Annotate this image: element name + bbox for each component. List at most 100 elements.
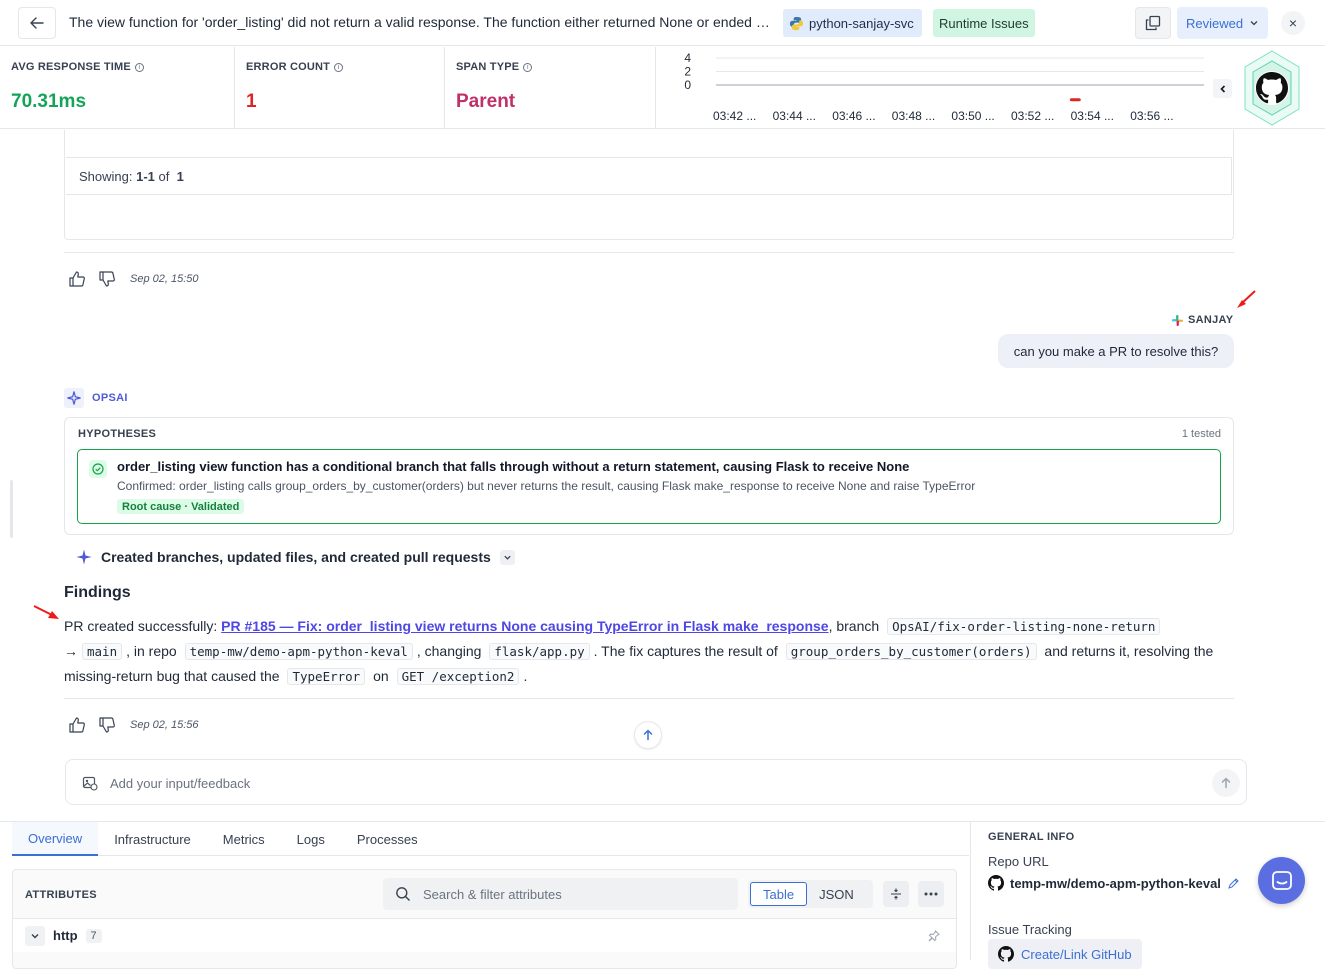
message-timestamp: Sep 02, 15:50 <box>130 273 199 285</box>
view-json-button[interactable]: JSON <box>807 882 866 906</box>
thumbs-up-icon[interactable] <box>68 270 86 288</box>
chart-bar[interactable] <box>1069 98 1081 102</box>
findings-text-segment: . <box>523 668 528 684</box>
chevron-down-icon[interactable] <box>25 925 45 946</box>
python-icon <box>789 16 804 30</box>
findings-text-segment: PR created successfully: <box>64 618 222 634</box>
chat-icon <box>1271 870 1292 890</box>
arrow-up-icon <box>643 729 653 741</box>
category-tag[interactable]: Runtime Issues <box>933 9 1035 37</box>
chart-x-tick-label: 03:50 ... <box>951 109 994 123</box>
findings-text-segment: . The fix captures the result of <box>593 643 782 659</box>
user-name: SANJAY <box>1188 314 1234 326</box>
tab-processes[interactable]: Processes <box>341 822 434 856</box>
hypothesis-item[interactable]: order_listing view function has a condit… <box>77 449 1221 524</box>
github-icon <box>988 875 1004 891</box>
metrics-bar: AVG RESPONSE TIME i 70.31ms ERROR COUNT i … <box>0 47 1325 129</box>
metric-value: Parent <box>456 91 516 112</box>
github-hex-icon <box>1244 50 1300 126</box>
pull-request-link[interactable]: PR #185 — Fix: order_listing view return… <box>221 618 828 634</box>
findings-heading: Findings <box>64 584 131 601</box>
arrow-glyph: → <box>64 643 78 659</box>
chart-x-tick-label: 03:56 ... <box>1130 109 1173 123</box>
thumbs-down-icon[interactable] <box>98 716 116 734</box>
thumbs-up-icon[interactable] <box>68 716 86 734</box>
annotation-arrow-icon <box>33 605 59 619</box>
base-branch-code: main <box>82 643 123 660</box>
timeline-svg: 420 03:42 ... 03:44 ... 03:46 ... 03:48 ... 0… <box>684 51 1204 123</box>
tab-logs[interactable]: Logs <box>281 822 341 856</box>
findings-text-segment: , in repo <box>126 643 181 659</box>
chart-x-tick-label: 03:46 ... <box>832 109 875 123</box>
expand-button[interactable] <box>499 549 515 565</box>
tab-overview[interactable]: Overview <box>12 822 99 856</box>
github-integration-icon[interactable] <box>1236 47 1308 129</box>
pin-icon[interactable] <box>928 929 940 942</box>
divider <box>64 698 1234 699</box>
view-table-button[interactable]: Table <box>750 882 808 906</box>
service-tag[interactable]: python-sanjay-svc <box>783 9 922 37</box>
metric-label: ERROR COUNT <box>246 61 331 73</box>
send-button[interactable] <box>1212 769 1240 797</box>
user-message: can you make a PR to resolve this? <box>998 334 1234 368</box>
service-tag-label: python-sanjay-svc <box>809 15 914 31</box>
error-code: TypeError <box>287 668 366 685</box>
general-info-title: GENERAL INFO <box>988 831 1075 843</box>
function-code: group_orders_by_customer(orders) <box>785 643 1037 660</box>
split-icon <box>891 888 901 900</box>
image-attach-icon[interactable] <box>82 775 98 791</box>
metric-value: 70.31ms <box>11 91 87 112</box>
feedback-row: Sep 02, 15:50 <box>68 270 199 288</box>
create-link-github-button[interactable]: Create/Link GitHub <box>988 939 1142 969</box>
repo-url[interactable]: temp-mw/demo-apm-python-keval <box>988 875 1240 891</box>
attribute-group-name: http <box>53 928 78 943</box>
scroll-to-top-button[interactable] <box>634 721 662 749</box>
github-icon <box>998 946 1014 962</box>
repo-url-value: temp-mw/demo-apm-python-keval <box>1010 875 1221 891</box>
copy-button[interactable] <box>1135 7 1171 39</box>
chevron-left-icon <box>1219 84 1225 93</box>
showing-range: 1-1 <box>136 168 155 184</box>
status-dropdown[interactable]: Reviewed <box>1177 7 1268 39</box>
findings-text: PR created successfully: PR #185 — Fix: … <box>64 614 1236 689</box>
edit-icon[interactable] <box>1227 877 1240 890</box>
repo-code: temp-mw/demo-apm-python-keval <box>184 643 413 660</box>
info-icon[interactable]: i <box>334 62 344 72</box>
metric-span-type: SPAN TYPE i Parent <box>445 47 656 129</box>
scrollbar[interactable] <box>10 480 13 538</box>
view-toggle: Table JSON <box>748 880 873 908</box>
chat-thread: Showing: 1-1 of 1 Sep 02, 15:50 SANJAY c… <box>0 130 1325 820</box>
arrow-up-icon <box>1221 777 1231 789</box>
results-table-card: Showing: 1-1 of 1 <box>64 130 1234 240</box>
feedback-input[interactable] <box>110 772 1190 794</box>
tab-infrastructure[interactable]: Infrastructure <box>98 822 207 856</box>
chart-y-tick-label: 0 <box>684 78 691 92</box>
support-chat-button[interactable] <box>1258 857 1305 904</box>
attributes-search-input[interactable] <box>423 884 723 904</box>
close-button[interactable]: × <box>1281 11 1305 35</box>
metric-avg-response: AVG RESPONSE TIME i 70.31ms <box>0 47 235 129</box>
chart-y-tick-label: 2 <box>684 65 691 79</box>
arrow-left-icon <box>30 17 44 29</box>
chart-x-tick-label: 03:48 ... <box>892 109 935 123</box>
search-icon <box>396 887 410 901</box>
attributes-panel: ATTRIBUTES Table JSON http 7 <box>12 869 957 969</box>
actions-summary[interactable]: Created branches, updated files, and cre… <box>76 549 515 565</box>
back-button[interactable] <box>18 7 56 39</box>
hypotheses-card: HYPOTHESES 1 tested order_listing view f… <box>64 417 1234 535</box>
info-icon[interactable]: i <box>523 62 533 72</box>
split-view-button[interactable] <box>883 881 909 907</box>
attribute-group-row[interactable]: http 7 <box>13 918 956 952</box>
info-icon[interactable]: i <box>134 62 144 72</box>
findings-text-segment: on <box>369 668 393 684</box>
chart-scroll-left-button[interactable] <box>1213 79 1232 98</box>
more-options-button[interactable] <box>918 881 944 907</box>
ellipsis-icon <box>924 892 938 896</box>
tab-metrics[interactable]: Metrics <box>207 822 281 856</box>
issue-title: The view function for 'order_listing' di… <box>69 14 769 30</box>
thumbs-down-icon[interactable] <box>98 270 116 288</box>
metric-value: 1 <box>246 91 257 112</box>
repo-url-label: Repo URL <box>988 854 1049 869</box>
chart-y-tick-label: 4 <box>684 51 691 65</box>
message-timestamp: Sep 02, 15:56 <box>130 719 199 731</box>
